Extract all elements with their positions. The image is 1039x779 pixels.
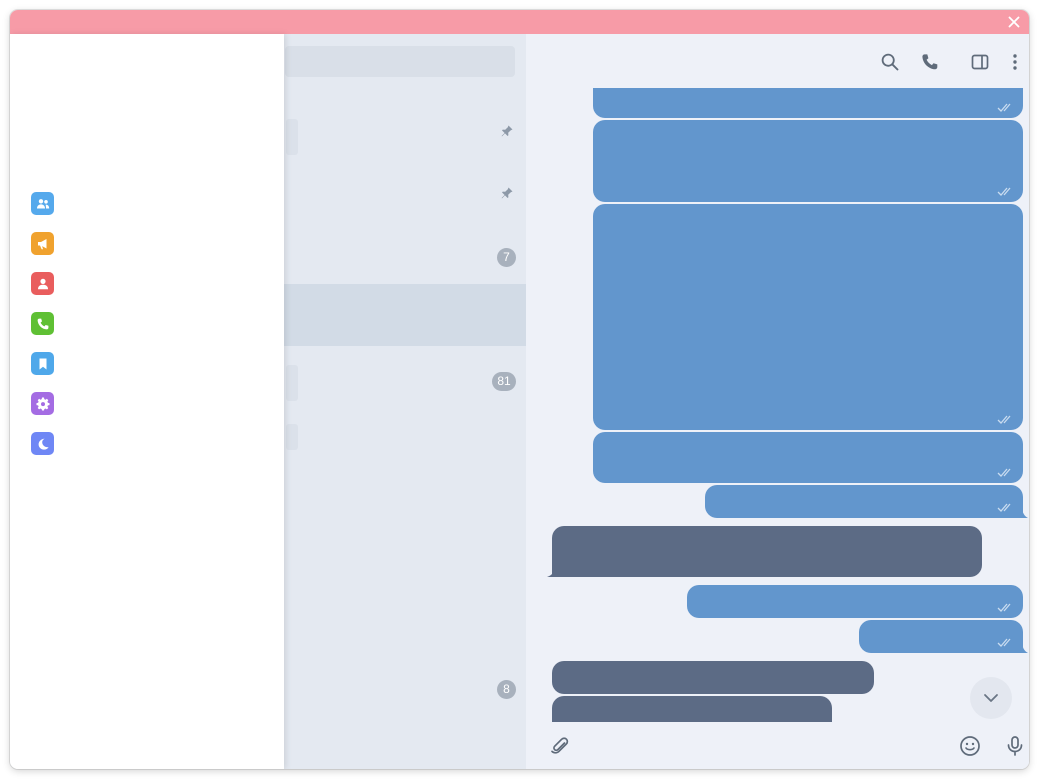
outgoing-message[interactable] xyxy=(705,485,1023,518)
app-window: 7 81 8 xyxy=(10,10,1029,769)
scroll-to-bottom-button[interactable] xyxy=(970,677,1012,719)
double-check-icon xyxy=(997,468,1011,477)
chevron-down-icon xyxy=(984,694,998,702)
new-channel-icon xyxy=(31,232,54,255)
search-icon xyxy=(881,53,899,71)
menu-item-contacts[interactable] xyxy=(30,261,264,301)
double-check-icon xyxy=(997,603,1011,612)
call-button[interactable] xyxy=(919,51,941,73)
menu-item-saved-messages[interactable] xyxy=(30,341,264,381)
smiley-icon xyxy=(960,736,980,756)
close-icon xyxy=(1008,16,1020,28)
menu-item-new-channel[interactable] xyxy=(30,221,264,261)
menu-item-calls[interactable] xyxy=(30,301,264,341)
menu-item-new-group[interactable] xyxy=(30,181,264,221)
outgoing-message[interactable] xyxy=(859,620,1023,653)
sidebar-panel-icon xyxy=(971,54,989,70)
toggle-sidebar-button[interactable] xyxy=(969,51,991,73)
incoming-message[interactable] xyxy=(552,526,982,577)
outgoing-message[interactable] xyxy=(593,120,1023,202)
night-mode-icon xyxy=(31,432,54,455)
new-group-icon xyxy=(31,192,54,215)
outgoing-message[interactable] xyxy=(593,204,1023,430)
chat-header xyxy=(526,34,1029,88)
chat-panel xyxy=(526,34,1029,769)
outgoing-message[interactable] xyxy=(593,88,1023,118)
paperclip-icon xyxy=(551,737,569,754)
pin-icon xyxy=(501,125,513,137)
double-check-icon xyxy=(997,503,1011,512)
unread-badge: 7 xyxy=(497,248,516,267)
more-vertical-icon xyxy=(1013,54,1017,70)
phone-icon xyxy=(922,54,938,70)
side-drawer xyxy=(10,34,284,769)
saved-messages-icon xyxy=(31,352,54,375)
contacts-icon xyxy=(31,272,54,295)
close-window-button[interactable] xyxy=(1005,13,1023,31)
menu-item-settings[interactable] xyxy=(30,381,264,421)
unread-badge: 8 xyxy=(497,680,516,699)
outgoing-message[interactable] xyxy=(593,432,1023,483)
message-list[interactable] xyxy=(526,88,1029,722)
chat-avatar-edge xyxy=(286,424,298,450)
search-button[interactable] xyxy=(879,51,901,73)
attach-button[interactable] xyxy=(548,734,572,758)
search-input[interactable] xyxy=(285,46,515,77)
microphone-icon xyxy=(1007,736,1023,756)
incoming-message[interactable] xyxy=(552,661,874,694)
chat-avatar-edge xyxy=(286,365,298,401)
pin-icon xyxy=(501,187,513,199)
menu-item-night-mode[interactable] xyxy=(30,421,264,461)
outgoing-message[interactable] xyxy=(687,585,1023,618)
bubble-tail xyxy=(1022,506,1028,518)
incoming-message[interactable] xyxy=(552,696,832,722)
bubble-tail xyxy=(1022,641,1028,653)
double-check-icon xyxy=(997,103,1011,112)
unread-badge: 81 xyxy=(492,372,516,391)
emoji-button[interactable] xyxy=(958,734,982,758)
voice-message-button[interactable] xyxy=(1003,734,1027,758)
message-composer[interactable] xyxy=(526,722,1029,769)
calls-icon xyxy=(31,312,54,335)
more-menu-button[interactable] xyxy=(1004,51,1026,73)
drawer-menu xyxy=(30,181,264,461)
double-check-icon xyxy=(997,187,1011,196)
double-check-icon xyxy=(997,415,1011,424)
settings-icon xyxy=(31,392,54,415)
bubble-tail xyxy=(547,565,555,577)
chat-avatar-edge xyxy=(286,119,298,155)
double-check-icon xyxy=(997,638,1011,647)
title-bar[interactable] xyxy=(10,10,1029,34)
